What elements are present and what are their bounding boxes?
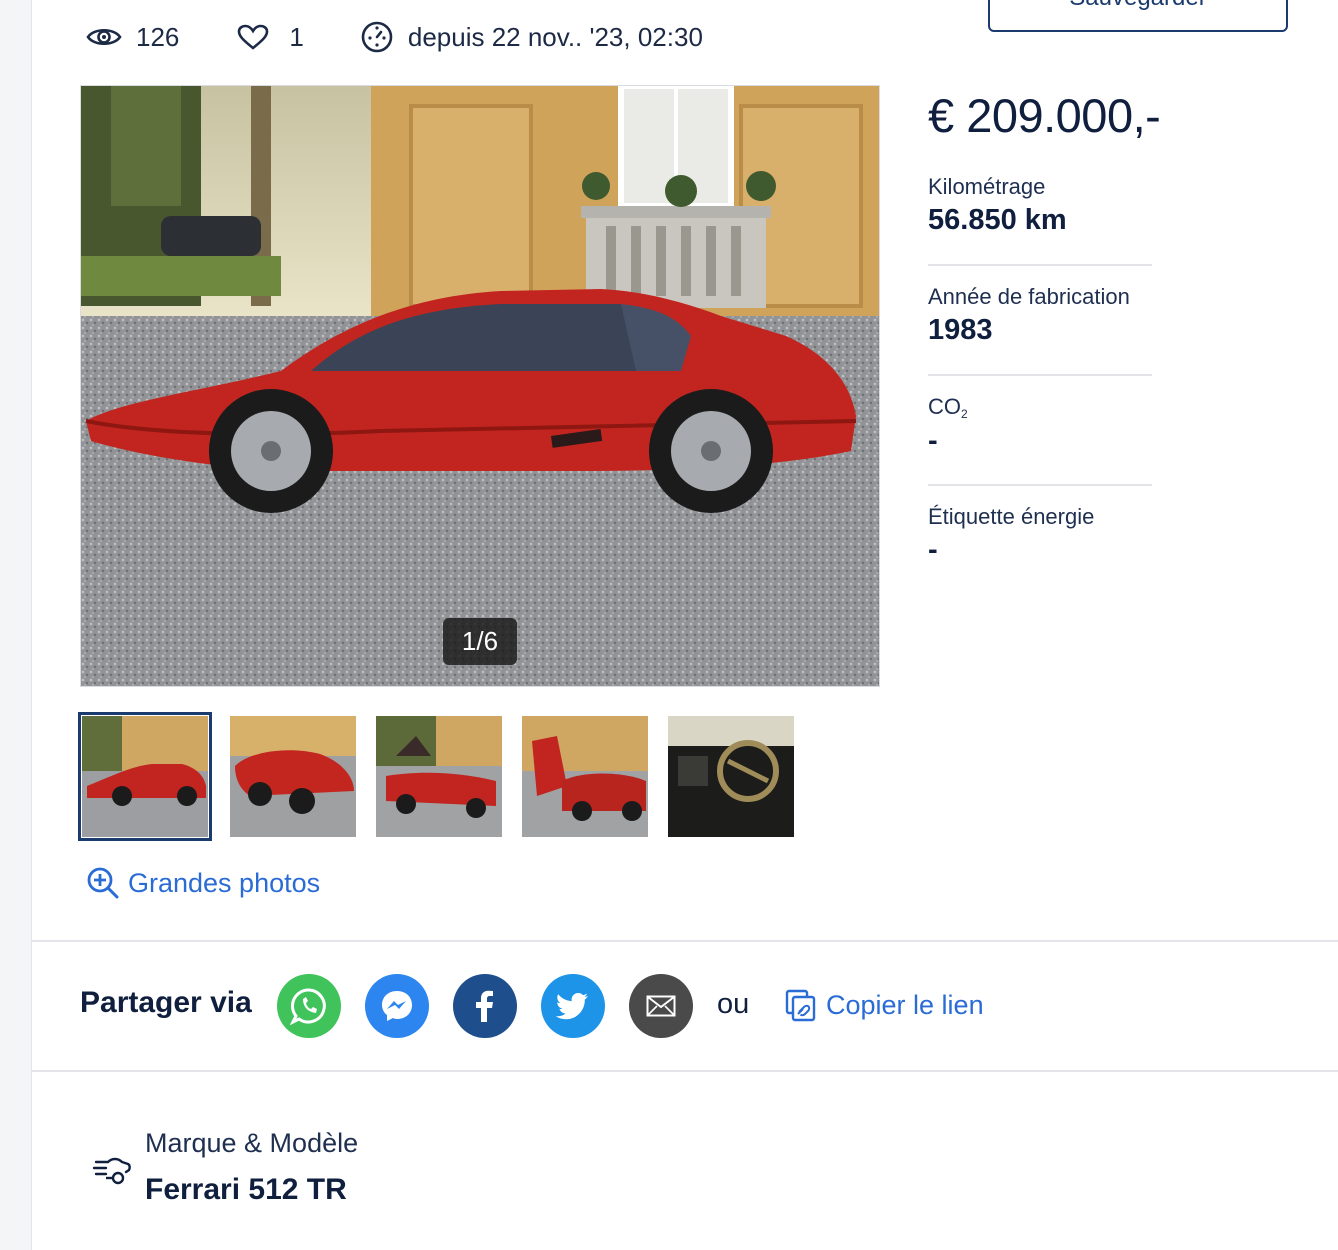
spec-co2: CO2 - (928, 394, 1152, 458)
co2-subscript: 2 (961, 407, 968, 421)
posted-since-stat: depuis 22 nov.. '23, 02:30 (360, 20, 703, 54)
spec-energy-label: Étiquette énergie - (928, 504, 1152, 567)
co2-label: CO (928, 394, 961, 419)
share-whatsapp-button[interactable] (277, 974, 341, 1038)
thumbnail[interactable] (78, 712, 212, 841)
views-stat: 126 (86, 22, 179, 53)
section-divider (31, 940, 1338, 942)
spec-divider (928, 374, 1152, 376)
share-email-button[interactable] (629, 974, 693, 1038)
views-count: 126 (136, 21, 180, 52)
copy-link-icon (785, 989, 816, 1022)
photo-counter: 1/6 (443, 618, 517, 665)
zoom-in-icon (87, 867, 119, 899)
make-model-label: Marque & Modèle (145, 1128, 359, 1158)
likes-stat: 1 (237, 21, 304, 53)
copy-link-label: Copier le lien (826, 989, 984, 1020)
spec-mileage: Kilométrage 56.850 km (928, 174, 1152, 237)
share-messenger-button[interactable] (365, 974, 429, 1038)
thumbnail[interactable] (376, 716, 502, 837)
envelope-icon (646, 995, 676, 1017)
spec-value: 1983 (928, 314, 993, 346)
thumbnail[interactable] (668, 716, 794, 837)
big-photos-label: Grandes photos (128, 867, 321, 898)
facebook-icon (476, 990, 493, 1022)
spec-key: CO2 (928, 394, 1152, 421)
save-button-label: Sauvegarder (1069, 0, 1206, 12)
thumbnail[interactable] (522, 716, 648, 837)
save-button[interactable]: Sauvegarder (988, 0, 1288, 32)
share-title: Partager via (80, 986, 252, 1019)
copy-link-button[interactable]: Copier le lien (784, 988, 984, 1022)
clock-icon (361, 21, 393, 53)
share-or-text: ou (717, 988, 750, 1020)
section-divider (31, 1070, 1338, 1072)
spec-divider (928, 264, 1152, 266)
posted-since-text: depuis 22 nov.. '23, 02:30 (407, 21, 703, 52)
spec-key: Étiquette énergie (928, 504, 1095, 529)
spec-key: Kilométrage (928, 174, 1046, 199)
messenger-icon (382, 991, 412, 1021)
spec-value: - (928, 534, 938, 566)
thumbnail[interactable] (230, 716, 356, 837)
spec-value: - (928, 425, 938, 457)
page-gutter (0, 0, 32, 1250)
eye-icon (86, 28, 122, 46)
spec-value: 56.850 km (928, 204, 1067, 236)
twitter-icon (555, 993, 588, 1020)
share-facebook-button[interactable] (453, 974, 517, 1038)
spec-year: Année de fabrication 1983 (928, 284, 1152, 347)
listing-stats: 126 1 depuis 22 nov.. '23, 02:30 (86, 18, 703, 56)
car-icon (92, 1157, 131, 1185)
heart-icon (238, 24, 269, 50)
big-photos-link[interactable]: Grandes photos (86, 866, 320, 900)
main-photo[interactable] (80, 85, 880, 687)
make-model-value: Ferrari 512 TR (145, 1173, 347, 1206)
whatsapp-icon (290, 988, 326, 1025)
likes-count: 1 (289, 21, 304, 52)
listing-price: € 209.000,- (928, 89, 1161, 142)
spec-key: Année de fabrication (928, 284, 1130, 309)
share-twitter-button[interactable] (541, 974, 605, 1038)
spec-divider (928, 484, 1152, 486)
